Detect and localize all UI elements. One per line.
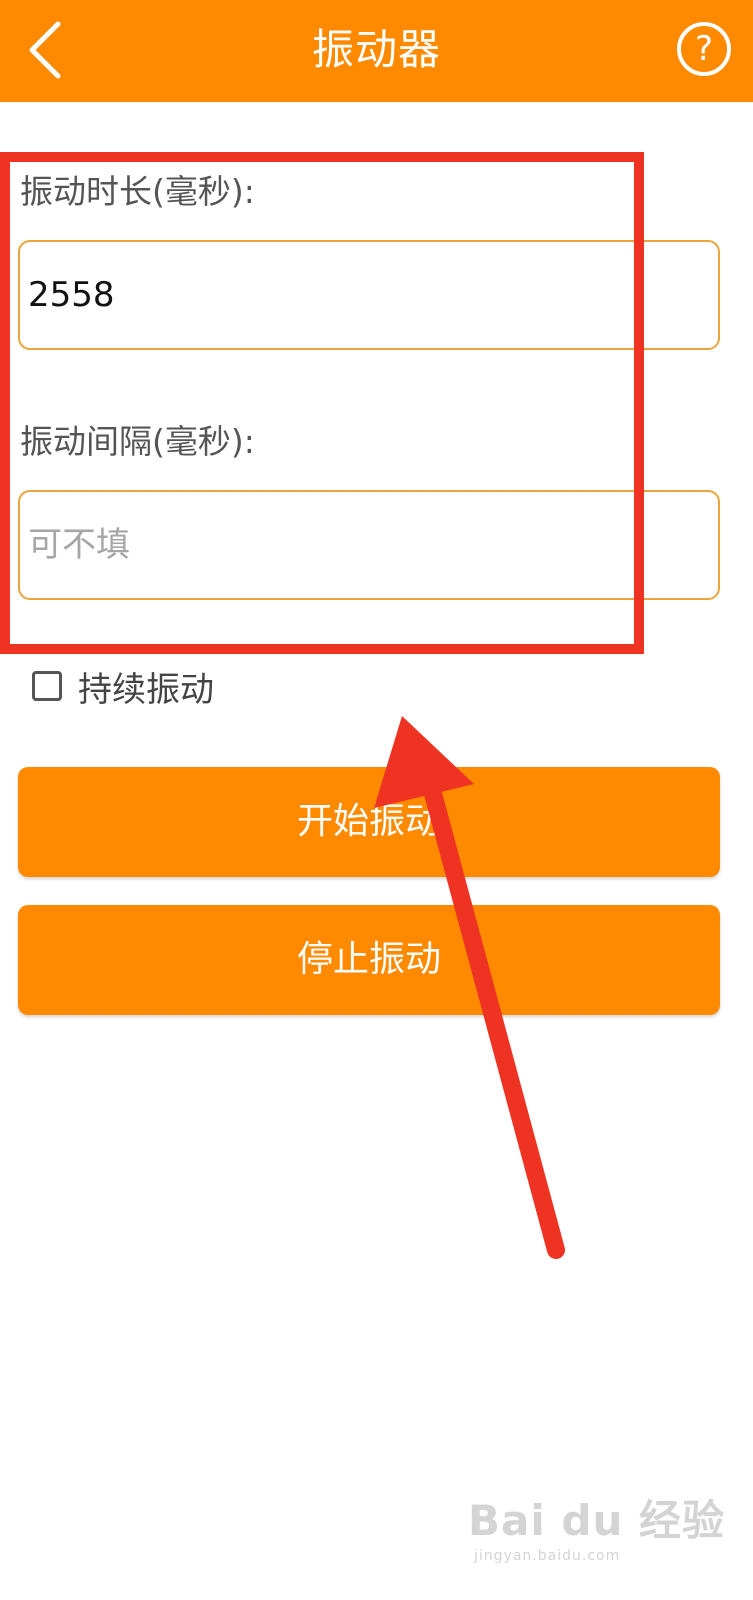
interval-field[interactable] [18,490,720,600]
continuous-checkbox[interactable] [32,671,62,701]
interval-label: 振动间隔(毫秒): [20,422,255,461]
vibrator-screen: 振动器 ? 振动时长(毫秒): 振动间隔(毫秒): 持续振动 开始振动 停止振动… [0,0,753,1600]
duration-field[interactable] [18,240,720,350]
help-button[interactable]: ? [677,22,731,76]
page-title: 振动器 [311,25,441,74]
stop-vibration-button[interactable]: 停止振动 [18,905,720,1015]
continuous-vibration-option[interactable]: 持续振动 [32,664,214,710]
duration-label: 振动时长(毫秒): [20,172,255,211]
question-circle-icon: ? [694,29,714,69]
watermark-text: Bai du 经验 [468,1496,725,1545]
continuous-label: 持续振动 [78,669,214,710]
start-vibration-button[interactable]: 开始振动 [18,767,720,877]
app-header: 振动器 ? [0,0,753,102]
interval-input[interactable] [20,492,718,598]
watermark-sub: jingyan.baidu.com [474,1548,621,1564]
watermark: Bai du 经验 jingyan.baidu.com [468,1487,725,1564]
duration-input[interactable] [20,242,718,348]
